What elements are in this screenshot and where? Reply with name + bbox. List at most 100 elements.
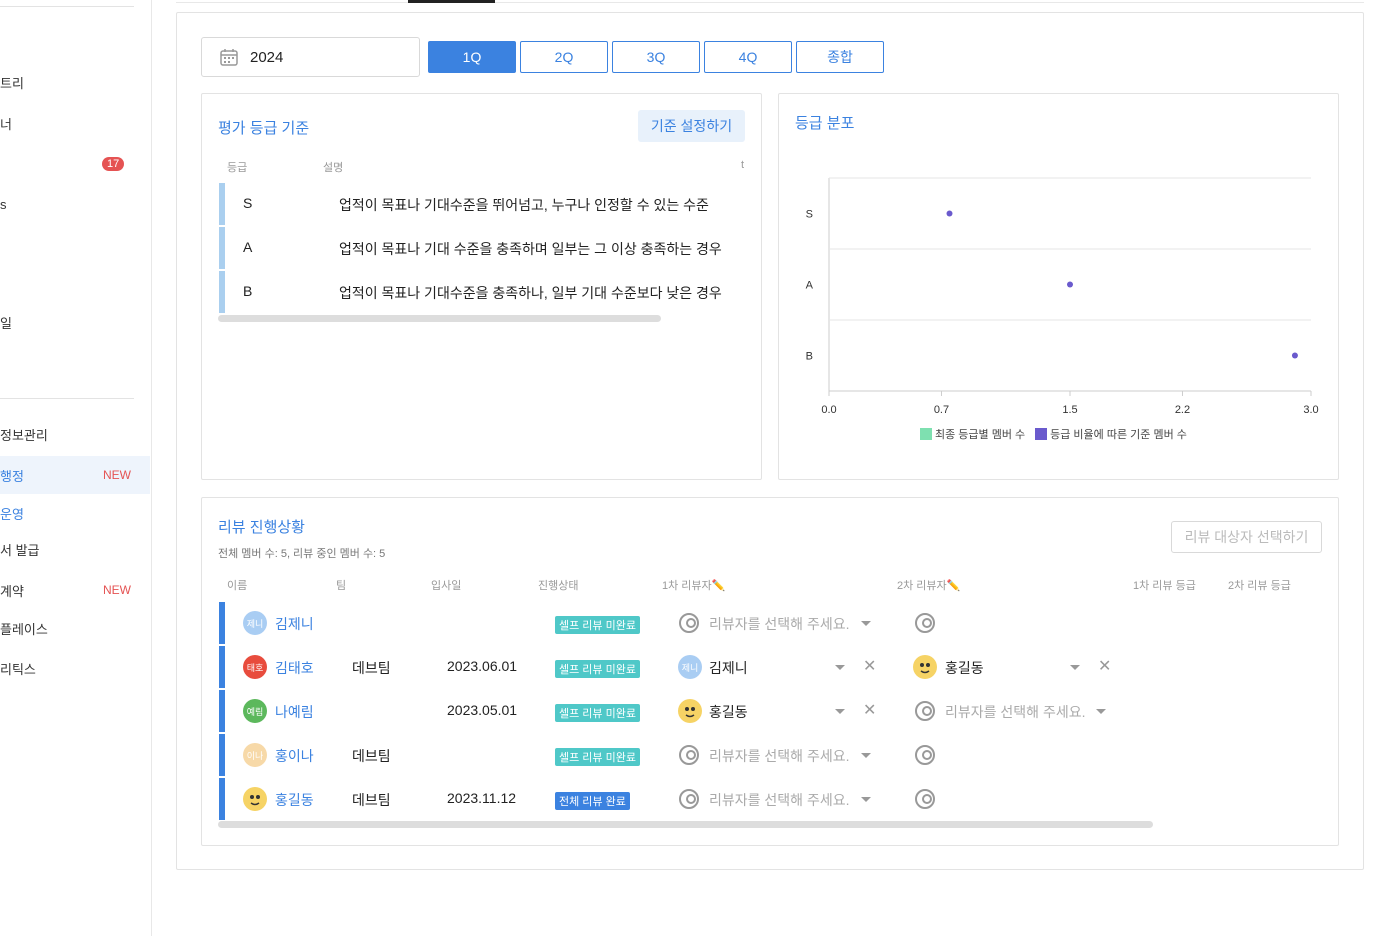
member-name[interactable]: 김제니 [275,614,314,634]
legend-swatch [1035,428,1048,440]
row-accent [219,271,225,313]
reviewer2-value[interactable]: 홍길동 [945,658,984,678]
chevron-down-icon[interactable] [835,665,845,670]
chevron-down-icon[interactable] [861,753,871,758]
data-point [946,210,953,217]
sidebar-item-6[interactable]: 행정 NEW [0,456,150,494]
sidebar-item-11[interactable]: 리틱스 [0,649,150,687]
review-row: 이나 홍이나 데브팀 셀프 리뷰 미완료 리뷰자를 선택해 주세요. [219,734,1329,776]
quarter-button-1q[interactable]: 1Q [428,41,516,73]
criteria-scrollbar[interactable] [218,315,661,322]
chevron-down-icon[interactable] [1096,709,1106,714]
row-accent [219,183,225,225]
sidebar-item-label: 행정 [0,468,24,484]
sidebar-item-4[interactable]: 일 [0,303,150,341]
row-accent [219,646,225,688]
select-review-target-button[interactable]: 리뷰 대상자 선택하기 [1171,521,1322,553]
sidebar-item-label: 정보관리 [0,427,48,443]
avatar: 제니 [243,611,267,635]
criteria-header-grade: 등급 [227,162,248,174]
user-icon [679,613,699,633]
criteria-grade: S [243,195,253,211]
row-accent [219,778,225,820]
notification-badge: 17 [102,157,125,171]
user-icon[interactable] [915,789,935,809]
y-tick-label: B [806,351,813,363]
review-header-team: 팀 [336,580,347,592]
set-criteria-button[interactable]: 기준 설정하기 [638,110,745,142]
face-icon [685,707,695,718]
face-icon [250,795,260,806]
review-header-grade1: 1차 리뷰 등급 [1133,580,1196,592]
close-icon[interactable]: ✕ [863,700,876,720]
x-tick-label: 1.5 [1062,404,1077,416]
member-team: 데브팀 [352,792,391,808]
criteria-row: B 업적이 목표나 기대수준을 충족하나, 일부 기대 수준보다 낮은 경우 [219,271,749,313]
member-joined: 2023.05.01 [447,702,518,718]
data-point [1067,281,1073,288]
row-accent [219,734,225,776]
user-icon[interactable] [915,613,935,633]
quarter-button-3q[interactable]: 3Q [612,41,700,73]
quarter-button-2q[interactable]: 2Q [520,41,608,73]
review-header-reviewer2: 2차 리뷰자✏️ [897,580,961,592]
review-header-joined: 입사일 [431,580,462,592]
chevron-down-icon[interactable] [861,621,871,626]
member-joined: 2023.06.01 [447,658,518,674]
reviewer1-value[interactable]: 홍길동 [709,702,748,722]
review-header-reviewer1: 1차 리뷰자✏️ [662,580,726,592]
chevron-down-icon[interactable] [861,797,871,802]
close-icon[interactable]: ✕ [1098,656,1111,676]
reviewer1-select[interactable]: 리뷰자를 선택해 주세요. [709,790,849,810]
y-tick-label: S [806,209,813,221]
sidebar-item-2[interactable]: 17 [0,145,150,183]
status-badge: 전체 리뷰 완료 [555,792,630,810]
criteria-title: 평가 등급 기준 [218,120,310,137]
reviewer1-select[interactable]: 리뷰자를 선택해 주세요. [709,614,849,634]
close-icon[interactable]: ✕ [863,656,876,676]
sidebar-item-0[interactable]: 트리 [0,63,150,101]
member-name[interactable]: 홍이나 [275,746,314,766]
sidebar-item-7[interactable]: 운영 [0,494,150,532]
sidebar-item-3[interactable]: s [0,185,150,223]
member-name[interactable]: 홍길동 [275,790,314,810]
member-name[interactable]: 김태호 [275,658,314,678]
y-tick-label: A [806,280,814,292]
reviewer2-select[interactable]: 리뷰자를 선택해 주세요. [945,702,1085,722]
sidebar: 트리 너 17 s 일 정보관리 행정 NEW 운영 서 발급 계약 NEW 플레이… [0,0,152,936]
year-picker[interactable]: 2024 [201,37,420,77]
sidebar-item-8[interactable]: 서 발급 [0,530,150,568]
criteria-desc: 업적이 목표나 기대수준을 충족하나, 일부 기대 수준보다 낮은 경우 [339,285,722,301]
reviewer1-select[interactable]: 리뷰자를 선택해 주세요. [709,746,849,766]
member-team: 데브팀 [352,660,391,676]
sidebar-item-label: 운영 [0,506,24,522]
avatar: 이나 [243,743,267,767]
review-scrollbar[interactable] [218,821,1153,828]
chart-legend: 최종 등급별 멤버 수 등급 비율에 따른 기준 멤버 수 [920,426,1187,442]
review-row: 제니 김제니 셀프 리뷰 미완료 리뷰자를 선택해 주세요. [219,602,1329,644]
sidebar-item-label: 서 발급 [0,542,40,558]
year-value: 2024 [250,48,284,66]
chevron-down-icon[interactable] [835,709,845,714]
member-name[interactable]: 나예림 [275,702,314,722]
user-icon [679,789,699,809]
active-tab-indicator [408,0,495,3]
chevron-down-icon[interactable] [1070,665,1080,670]
x-tick-label: 0.0 [821,404,836,416]
x-tick-label: 2.2 [1175,404,1190,416]
sidebar-item-10[interactable]: 플레이스 [0,609,150,647]
criteria-grade: A [243,239,253,255]
sidebar-item-1[interactable]: 너 [0,104,150,142]
sidebar-item-5[interactable]: 정보관리 [0,415,150,453]
sidebar-divider [0,6,134,7]
avatar: 예림 [243,699,267,723]
reviewer1-value[interactable]: 김제니 [709,658,748,678]
data-point [1291,352,1298,359]
status-badge: 셀프 리뷰 미완료 [555,748,640,766]
quarter-button-4q[interactable]: 4Q [704,41,792,73]
legend-swatch [920,428,932,440]
calendar-icon [220,49,238,66]
sidebar-item-9[interactable]: 계약 NEW [0,571,150,609]
user-icon[interactable] [915,745,935,765]
quarter-button-total[interactable]: 종합 [796,41,884,73]
